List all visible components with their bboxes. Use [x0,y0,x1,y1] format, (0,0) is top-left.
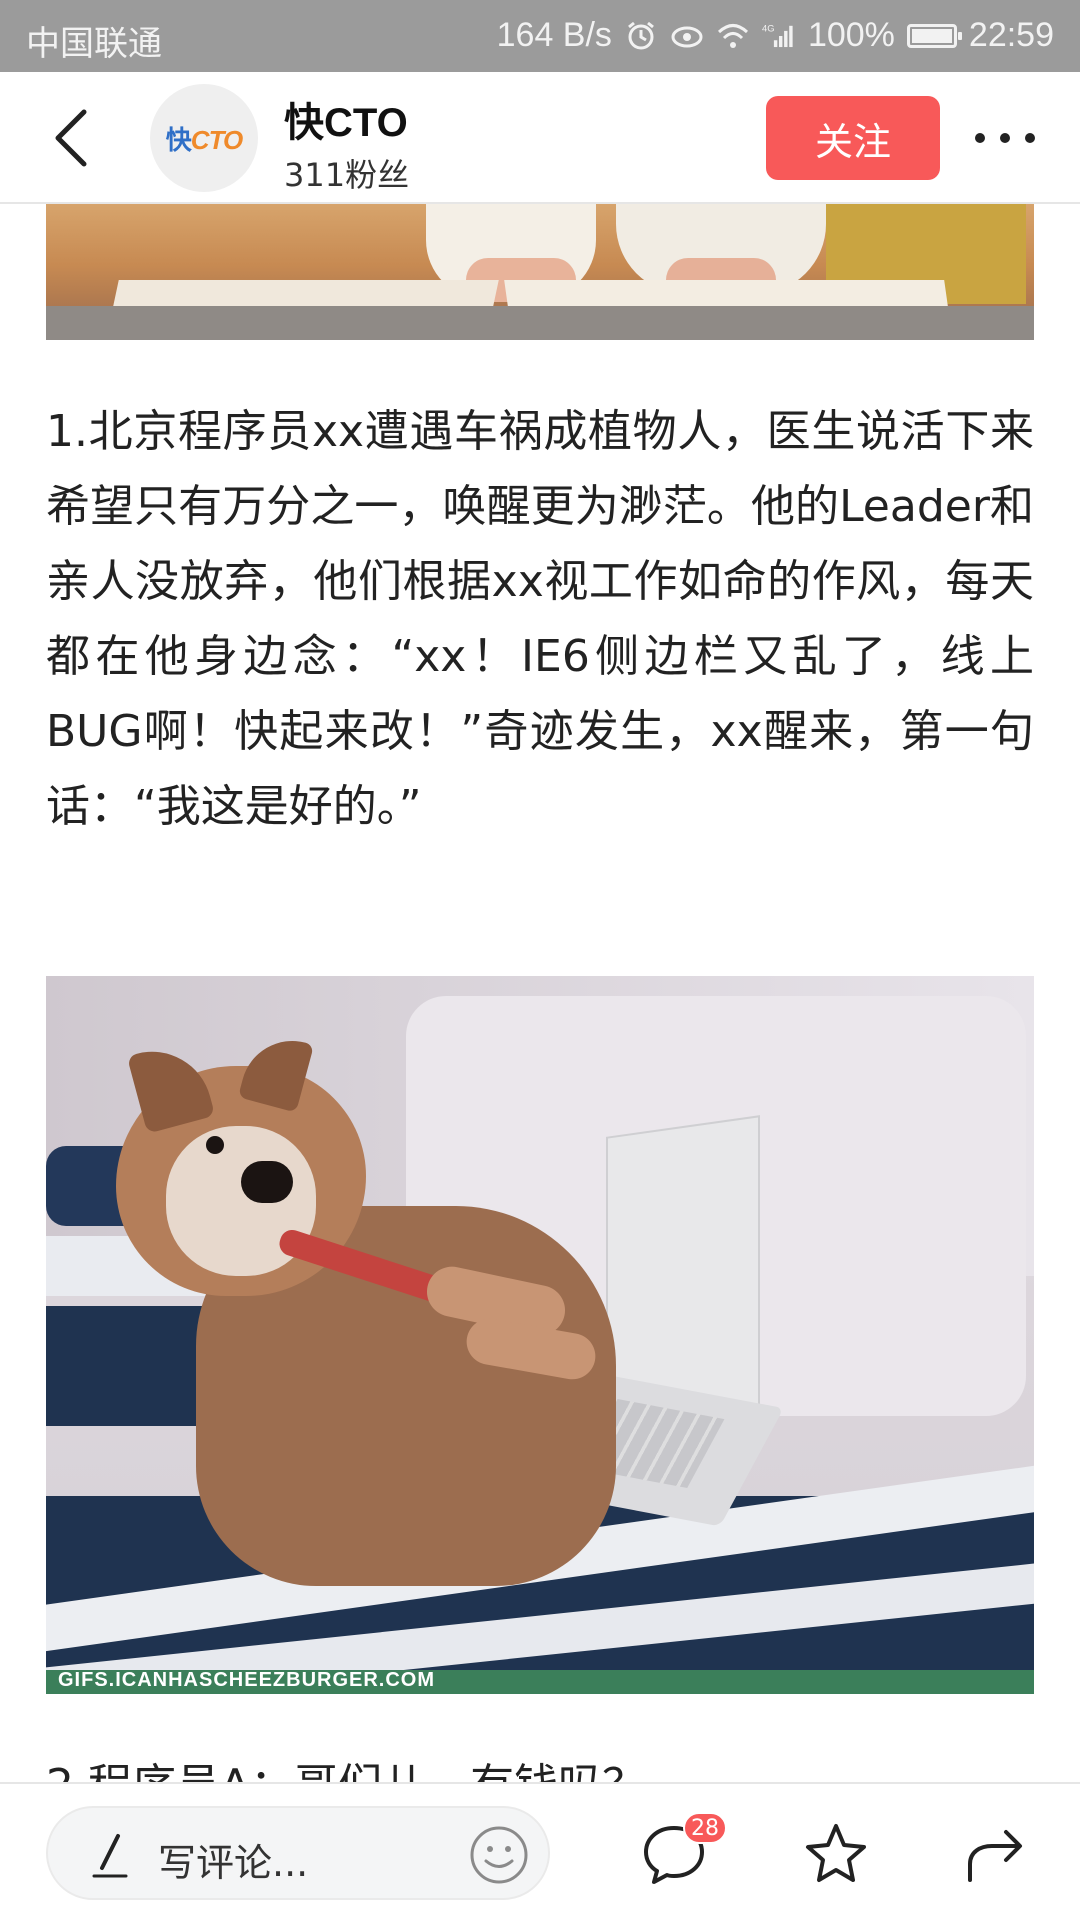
favorite-star-icon[interactable] [802,1820,870,1888]
article-paragraph-2: 2.程序员A：哥们儿，有钱吗？ [46,1748,1034,1782]
bottom-action-bar: 写评论... 28 [0,1782,1080,1922]
battery-percent: 100% [807,16,895,54]
svg-text:4G: 4G [762,23,774,33]
article-content[interactable]: 1.北京程序员xx遭遇车祸成植物人，医生说活下来希望只有万分之一，唤醒更为渺茫。… [0,204,1080,1782]
author-avatar[interactable]: 快CTO [150,84,258,192]
comment-placeholder: 写评论... [158,1841,309,1885]
alarm-icon [628,21,654,49]
battery-icon [906,23,962,48]
eye-icon [671,26,703,47]
pen-icon [92,1834,128,1878]
article-paragraph-1: 1.北京程序员xx遭遇车祸成植物人，医生说活下来希望只有万分之一，唤醒更为渺茫。… [46,406,1034,832]
author-fans-count: 311粉丝 [284,156,410,194]
network-speed: 164 B/s [496,16,612,54]
follow-button[interactable]: 关注 [766,96,940,180]
comment-input[interactable]: 写评论... [46,1806,550,1900]
clock: 22:59 [968,16,1054,54]
article-image-dog-laptop[interactable]: GIFS.ICANHASCHEEZBURGER.COM [46,976,1034,1694]
back-arrow-icon[interactable] [46,106,98,170]
wifi-icon [717,23,748,48]
article-image-classroom[interactable] [46,204,1034,340]
comment-count-badge: 28 [683,1812,727,1844]
signal-icon: 4G [762,23,793,47]
emoji-icon[interactable] [468,1824,530,1886]
article-header: 快CTO 快CTO 311粉丝 关注 [0,72,1080,204]
carrier-label: 中国联通 [26,25,162,63]
avatar-logo: 快CTO [165,124,243,155]
status-bar: 中国联通 164 B/s 4G 100% 22:59 [0,0,1080,72]
more-options-icon[interactable] [970,120,1040,156]
status-icons: 164 B/s 4G 100% 22:59 [497,16,1054,55]
author-name[interactable]: 快CTO [284,90,408,148]
image-watermark: GIFS.ICANHASCHEEZBURGER.COM [58,1669,436,1691]
share-icon[interactable] [962,1820,1030,1888]
